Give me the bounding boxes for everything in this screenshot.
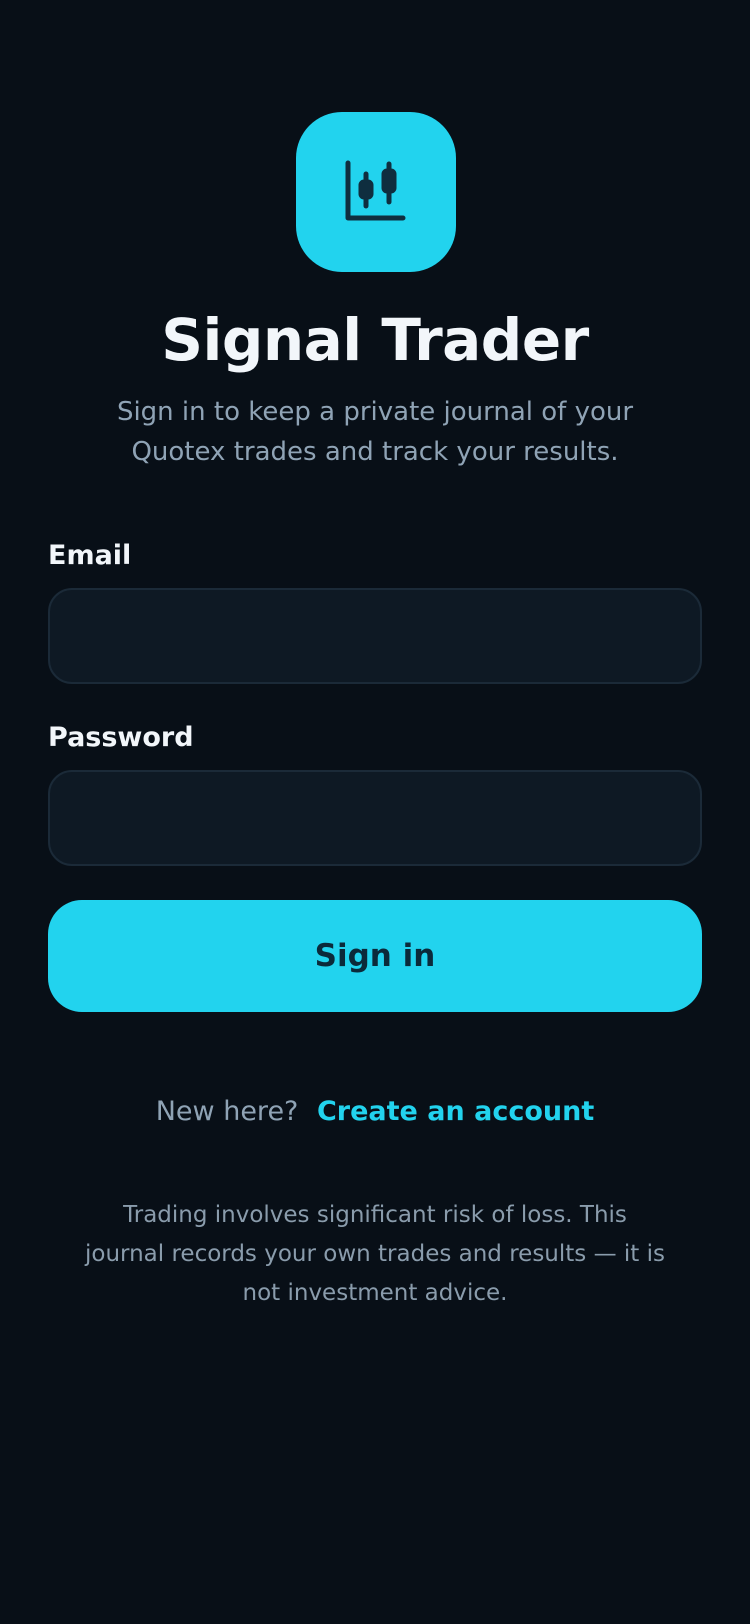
create-account-link[interactable]: Create an account [317,1096,594,1127]
app-logo [296,112,456,272]
candlestick-chart-icon [345,160,406,221]
app-title: Signal Trader [161,306,589,374]
password-field[interactable] [48,770,702,866]
email-label: Email [48,540,132,571]
signup-row: New here? Create an account [0,1092,750,1132]
signup-prompt: New here? [155,1096,299,1127]
password-label: Password [48,722,194,753]
email-field[interactable] [48,588,702,684]
sign-in-button[interactable]: Sign in [48,900,702,1012]
app-subtitle: Sign in to keep a private journal of you… [116,397,634,467]
risk-disclaimer: Trading involves significant risk of los… [85,1202,665,1306]
